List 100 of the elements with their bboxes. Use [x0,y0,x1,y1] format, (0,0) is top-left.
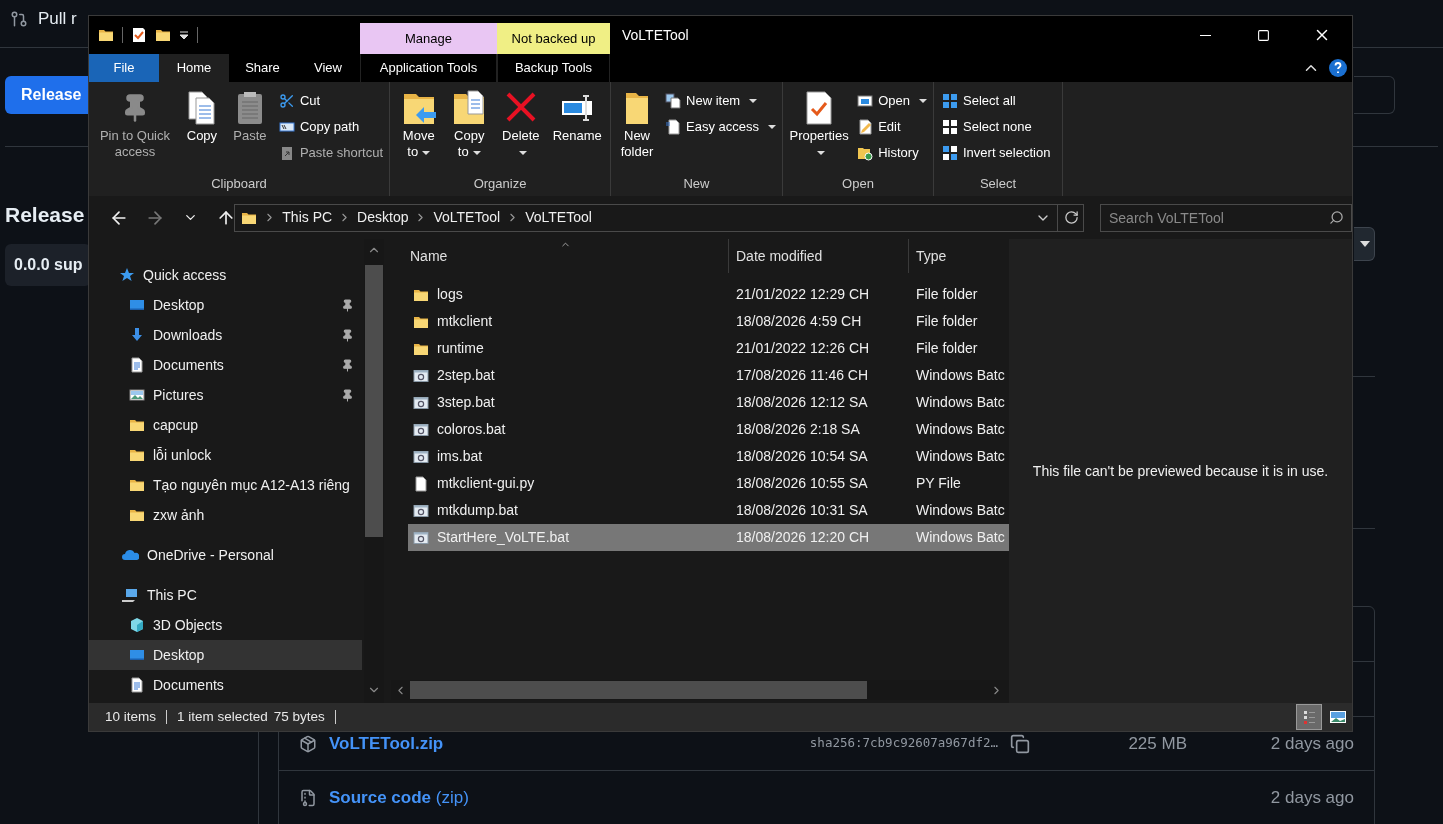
file-menu-tab[interactable]: File [89,54,159,82]
dropdown-button[interactable] [1354,227,1375,261]
file-name: mtkclient-gui.py [437,474,535,493]
ribbon-button[interactable]: Select none [942,114,1051,140]
asset-link[interactable]: VoLTETool.zip [329,730,444,757]
ribbon-tab[interactable]: Home [159,54,229,82]
search-field[interactable] [1354,76,1395,114]
file-row[interactable]: coloros.bat 18/08/2026 2:18 SA Windows Batc [408,416,1009,443]
refresh-icon[interactable] [1063,210,1079,225]
search-field[interactable]: Search VoLTETool [1099,203,1352,232]
ribbon-button[interactable]: Invert selection [942,140,1051,166]
file-row[interactable]: 2step.bat 17/08/2026 11:46 CH Windows Batc [408,362,1009,389]
ribbon-button[interactable]: Easy access [665,114,776,140]
column-header[interactable]: Type [909,239,1009,273]
ribbon-button[interactable]: New folder [617,88,657,160]
nav-tab[interactable]: Pull r [10,4,77,32]
ribbon-button[interactable]: Rename [550,88,604,144]
file-row[interactable]: mtkclient 18/08/2026 4:59 CH File folder [408,308,1009,335]
date-cell-text: 21/01/2022 12:29 CH [735,285,871,304]
ribbon-button[interactable]: History [857,140,927,166]
ribbon-tab[interactable]: Share [229,54,296,82]
ribbon-button[interactable]: Move to [396,88,442,160]
file-row[interactable]: mtkdump.bat 18/08/2026 10:31 SA Windows Batc [408,497,1009,524]
group-label: Select [978,175,1018,193]
breadcrumb[interactable]: This PC [282,207,333,228]
ribbon-button[interactable]: Open [857,88,927,114]
ribbon-button[interactable]: New item [665,88,776,114]
column-header[interactable]: Name [386,239,729,273]
scissors-icon [278,93,295,109]
column-header[interactable]: Date modified [729,239,909,273]
nav-item[interactable]: 3D Objects [89,610,362,640]
type-cell-text: Windows Batc [915,528,1005,547]
ribbon-tab[interactable]: View [296,54,360,82]
nav-item[interactable]: Desktop [89,640,362,670]
ribbon-button[interactable]: Cut [278,88,383,114]
grid-icon [942,145,958,161]
file-name: mtkclient [437,312,493,331]
file-row[interactable]: mtkclient-gui.py 18/08/2026 10:55 SA PY File [408,470,1009,497]
file-size: 225 MB [1127,732,1187,755]
pencil-icon [857,119,874,135]
nav-item[interactable]: Pictures [89,380,362,410]
nav-item[interactable]: Desktop [89,290,362,320]
asset-link[interactable]: Source code (zip) [329,784,469,811]
hash-text: sha256:7cb9c92607a967df2… [809,734,998,753]
nav-item[interactable]: lỗi unlock [89,440,362,470]
breadcrumb[interactable]: VoLTETool [433,207,501,228]
copy-icon[interactable] [1010,733,1030,754]
type-cell-text: Windows Batc [915,501,1005,520]
copy-path-icon [278,119,295,135]
ribbon-button[interactable]: Edit [857,114,927,140]
nav-item[interactable]: Documents [89,670,362,700]
nav-item[interactable]: zxw ảnh [89,500,362,530]
maximize-icon [1256,28,1270,42]
nav-item[interactable]: OneDrive - Personal [89,540,362,570]
page-heading: Release [5,202,85,228]
file-row[interactable]: StartHere_VoLTE.bat 18/08/2026 12:20 CH Windows Batc [408,524,1009,551]
ribbon-button[interactable]: Copy path [278,114,383,140]
grid-icon [942,119,958,135]
type-cell-text: PY File [915,474,961,493]
context-header: Not backed up [497,23,610,54]
file-row[interactable]: runtime 21/01/2022 12:26 CH File folder [408,335,1009,362]
breadcrumb[interactable]: VoLTETool [525,207,592,228]
type-cell-text: File folder [915,285,978,304]
file-row[interactable]: ims.bat 18/08/2026 10:54 SA Windows Batc [408,443,1009,470]
status-text: 75 bytes [273,707,325,726]
ribbon-button[interactable]: Copy [180,88,223,144]
address-bar[interactable]: This PC Desktop VoLTETool VoLTETool [234,203,1084,232]
ribbon-button[interactable]: Delete [497,88,545,160]
file-row[interactable]: 3step.bat 18/08/2026 12:12 SA Windows Batc [408,389,1009,416]
nav-item[interactable]: This PC [89,580,362,610]
ribbon-button[interactable]: Copy to [447,88,492,160]
date-cell-text: 18/08/2026 4:59 CH [735,312,863,331]
ribbon-button[interactable]: Properties [789,88,850,160]
gear-file-icon [413,421,429,438]
pin-icon [341,388,354,402]
nav-item[interactable]: capcup [89,410,362,440]
date-cell-text: 18/08/2026 10:55 SA [735,474,869,493]
gear-file-icon [413,529,429,546]
help-icon [1328,58,1348,78]
file-row[interactable]: logs 21/01/2022 12:29 CH File folder [408,281,1009,308]
timestamp: 2 days ago [1269,786,1354,809]
date-cell-text: 21/01/2022 12:26 CH [735,339,871,358]
download-icon [129,327,145,343]
nav-item[interactable]: Downloads [89,320,362,350]
date-cell-text: 18/08/2026 10:31 SA [735,501,869,520]
nav-item[interactable]: Tạo nguyên mục A12-A13 riêng [89,470,362,500]
file-icon [413,475,429,492]
pin-icon [341,298,354,312]
details-view-button[interactable] [1296,704,1322,730]
ribbon-button[interactable]: Select all [942,88,1051,114]
nav-item[interactable]: Quick access [89,260,362,290]
new-item-icon [665,93,681,109]
group-label: Organize [472,175,528,193]
nav-item[interactable]: Documents [89,350,362,380]
nav-tab-icon [10,9,28,28]
group-label: Clipboard [210,175,268,193]
pictures-icon [129,387,145,403]
gear-file-icon [413,367,429,384]
releases-button[interactable]: Release [5,76,88,114]
breadcrumb[interactable]: Desktop [357,207,409,228]
